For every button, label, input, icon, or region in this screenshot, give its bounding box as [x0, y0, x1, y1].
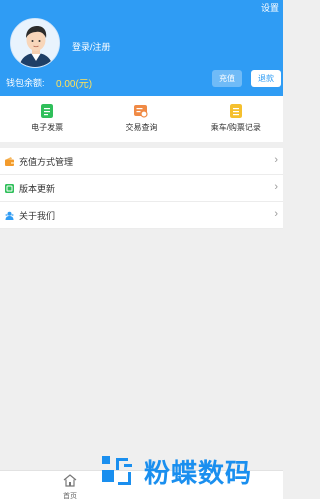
- watermark-logo: 粉蝶数码: [98, 450, 270, 494]
- quick-action-ride-records[interactable]: 乘车/购票记录: [189, 96, 283, 142]
- profile-header: 设置 登录/注册 钱包余额: 0.00(元) 充值 退款: [0, 0, 283, 96]
- quick-action-label: 电子发票: [31, 123, 64, 132]
- menu-item-version-update[interactable]: 版本更新 ›: [0, 175, 283, 202]
- chevron-right-icon: ›: [274, 154, 278, 166]
- menu-item-label: 关于我们: [19, 211, 56, 221]
- login-register-link[interactable]: 登录/注册: [72, 40, 111, 53]
- chevron-right-icon: ›: [274, 181, 278, 193]
- home-icon: [63, 474, 77, 487]
- settings-menu: 充值方式管理 › 版本更新 › 关于我们 ›: [0, 148, 283, 229]
- wallet-icon: [5, 157, 14, 166]
- wallet-balance-label: 钱包余额:: [6, 78, 45, 88]
- brand-logo-icon: [102, 456, 132, 485]
- quick-action-invoice[interactable]: 电子发票: [0, 96, 94, 142]
- watermark-text: 粉蝶数码: [144, 458, 253, 488]
- transaction-icon: [134, 105, 149, 118]
- team-icon: [5, 211, 14, 220]
- menu-item-recharge-methods[interactable]: 充值方式管理 ›: [0, 148, 283, 175]
- menu-item-about-us[interactable]: 关于我们 ›: [0, 202, 283, 229]
- refund-button[interactable]: 退款: [251, 70, 281, 87]
- menu-item-label: 充值方式管理: [19, 157, 74, 167]
- quick-actions: 电子发票 交易查询 乘车/购票记录: [0, 96, 283, 142]
- wallet-balance-value: 0.00(元): [56, 79, 93, 90]
- tab-home[interactable]: 首页: [58, 474, 82, 499]
- update-icon: [5, 184, 14, 193]
- ticket-record-icon: [229, 104, 242, 118]
- tab-home-label: 首页: [63, 493, 77, 499]
- quick-action-label: 乘车/购票记录: [210, 123, 261, 132]
- quick-action-label: 交易查询: [125, 123, 158, 132]
- invoice-icon: [41, 104, 54, 118]
- chevron-right-icon: ›: [274, 208, 278, 220]
- recharge-button[interactable]: 充值: [212, 70, 242, 87]
- settings-link[interactable]: 设置: [261, 1, 279, 14]
- avatar[interactable]: [10, 18, 60, 68]
- quick-action-transactions[interactable]: 交易查询: [94, 96, 188, 142]
- menu-item-label: 版本更新: [19, 184, 56, 194]
- user-avatar-icon: [11, 19, 59, 67]
